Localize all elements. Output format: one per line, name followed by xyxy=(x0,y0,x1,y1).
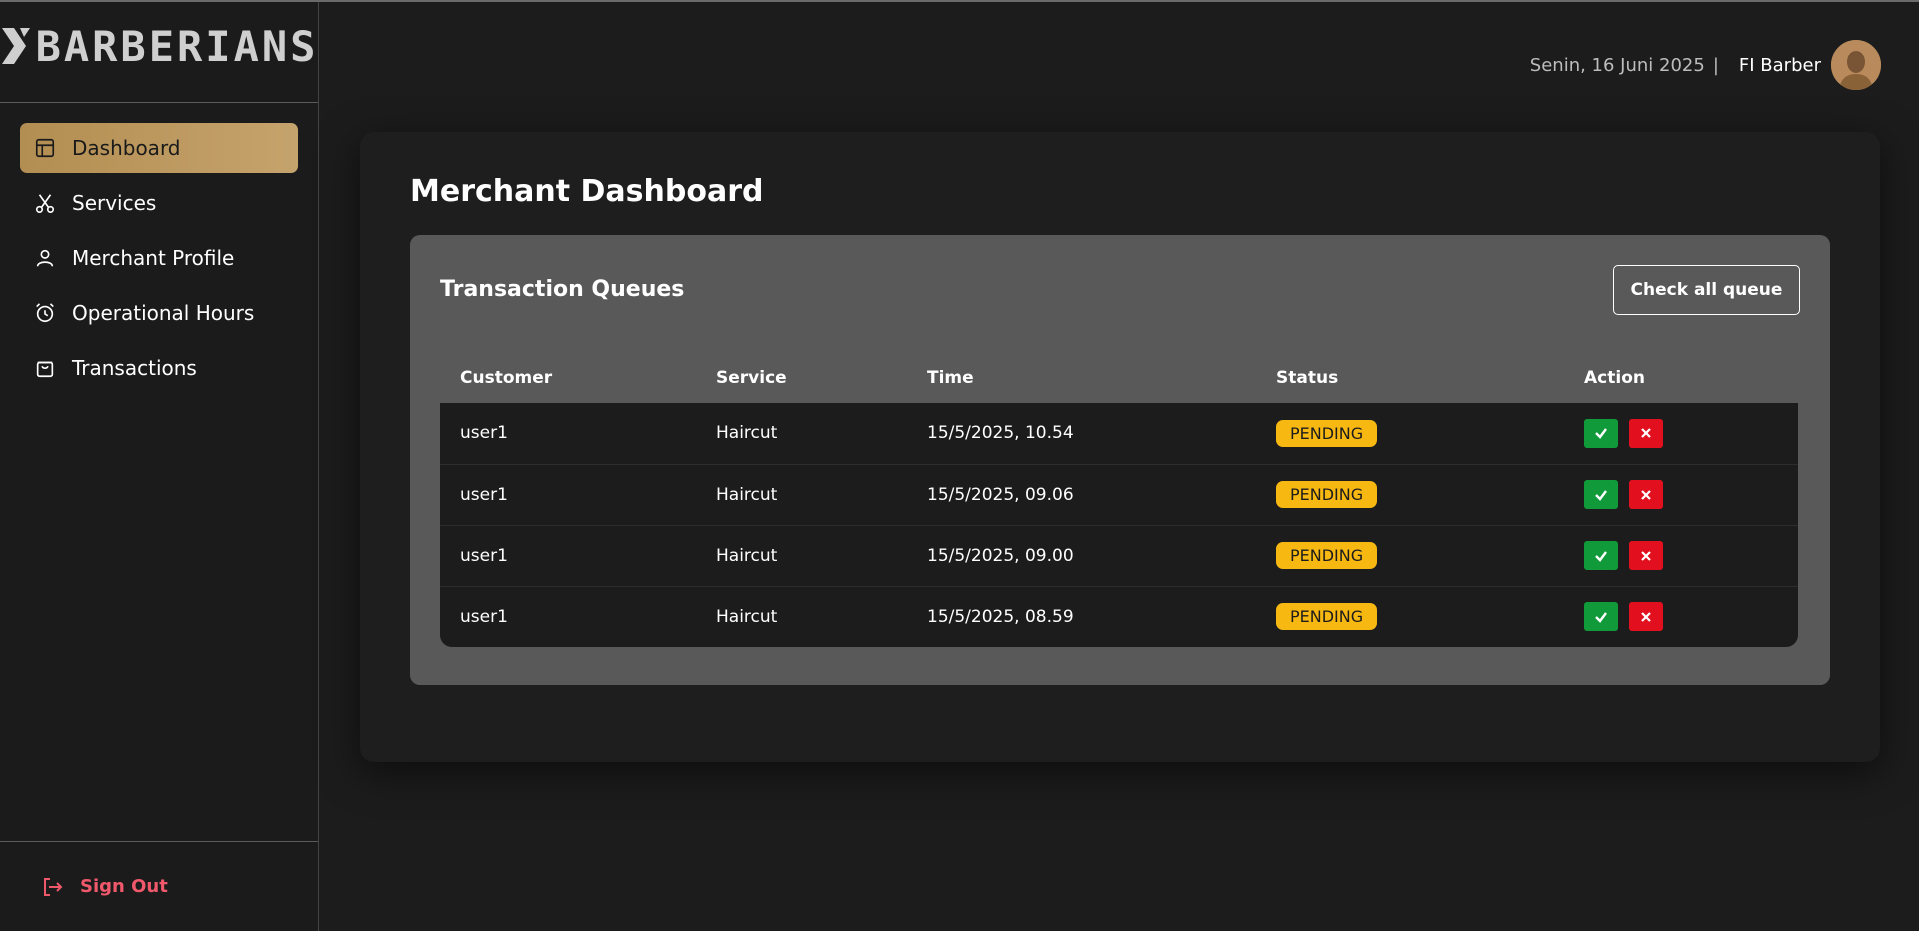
transaction-queue-panel: Transaction Queues Check all queue Custo… xyxy=(410,235,1830,685)
cell-action xyxy=(1564,463,1798,525)
reject-button[interactable] xyxy=(1629,418,1663,448)
sidebar-item-services[interactable]: Services xyxy=(20,178,298,228)
logo-area: BARBERIANS xyxy=(0,2,318,103)
cell-time: 15/5/2025, 10.54 xyxy=(927,423,1074,444)
sidebar-item-label: Services xyxy=(72,191,157,215)
sign-out-button[interactable]: Sign Out xyxy=(40,875,168,899)
layout-icon xyxy=(34,137,56,159)
sidebar-item-label: Merchant Profile xyxy=(72,246,235,270)
sidebar-item-transactions[interactable]: Transactions xyxy=(20,343,298,393)
brand-name: BARBERIANS xyxy=(35,21,319,71)
column-header-time: Time xyxy=(927,368,974,388)
table-row: user1 Haircut 15/5/2025, 09.06 PENDING xyxy=(440,463,1798,525)
cell-service: Haircut xyxy=(696,585,907,647)
cell-action xyxy=(1564,524,1798,586)
top-header: Senin, 16 Juni 2025 | FI Barber xyxy=(1530,40,1881,90)
brand-logo[interactable]: BARBERIANS xyxy=(0,22,318,71)
status-badge: PENDING xyxy=(1276,419,1378,447)
sidebar-item-label: Transactions xyxy=(72,356,197,380)
user-icon xyxy=(34,247,56,269)
cell-service: Haircut xyxy=(716,423,778,444)
scissors-icon xyxy=(34,192,56,214)
alarm-clock-icon xyxy=(34,302,56,324)
cell-customer: user1 xyxy=(460,423,508,444)
status-badge: PENDING xyxy=(1276,603,1378,631)
accept-button[interactable] xyxy=(1584,418,1618,448)
cell-time: 15/5/2025, 09.00 xyxy=(907,524,1256,586)
check-icon xyxy=(1595,428,1607,440)
table-header: Customer Service Time Status Action xyxy=(440,353,1798,403)
sidebar-item-operational-hours[interactable]: Operational Hours xyxy=(20,288,298,338)
sidebar-nav: Dashboard Services Merchant Profile Oper… xyxy=(0,103,318,393)
cell-service: Haircut xyxy=(696,463,907,525)
check-icon xyxy=(1595,489,1607,501)
close-icon xyxy=(1641,489,1651,500)
column-header-customer: Customer xyxy=(460,368,553,388)
current-date: Senin, 16 Juni 2025 xyxy=(1529,54,1705,76)
column-header-action: Action xyxy=(1584,368,1645,388)
cell-status: PENDING xyxy=(1256,403,1564,464)
table-row: user1 Haircut 15/5/2025, 10.54 PENDING xyxy=(440,403,1798,464)
queue-table: Customer Service Time Status Action user… xyxy=(440,353,1798,647)
column-header-service: Service xyxy=(716,368,787,388)
accept-button[interactable] xyxy=(1584,480,1618,509)
sidebar: BARBERIANS Dashboard Services Merchant P… xyxy=(0,2,319,931)
sidebar-item-label: Dashboard xyxy=(72,136,181,160)
reject-button[interactable] xyxy=(1629,602,1663,632)
check-icon xyxy=(1595,550,1607,562)
cell-status: PENDING xyxy=(1256,524,1564,586)
cell-time: 15/5/2025, 08.59 xyxy=(907,585,1256,647)
sign-out-icon xyxy=(40,875,64,899)
status-badge: PENDING xyxy=(1276,481,1378,508)
close-icon xyxy=(1641,611,1651,622)
close-icon xyxy=(1641,550,1651,561)
cell-customer: user1 xyxy=(440,524,696,586)
table-row: user1 Haircut 15/5/2025, 08.59 PENDING xyxy=(440,585,1798,647)
header-separator: | xyxy=(1712,54,1719,76)
column-header-status: Status xyxy=(1276,368,1339,388)
cell-status: PENDING xyxy=(1256,463,1564,525)
page-title: Merchant Dashboard xyxy=(410,174,764,209)
close-icon xyxy=(1641,428,1651,439)
merchant-name[interactable]: FI Barber xyxy=(1739,55,1821,76)
sign-out-label: Sign Out xyxy=(80,876,168,897)
avatar[interactable] xyxy=(1831,40,1881,90)
table-row: user1 Haircut 15/5/2025, 09.00 PENDING xyxy=(440,524,1798,586)
avatar-portrait-icon xyxy=(1831,40,1881,90)
status-badge: PENDING xyxy=(1276,542,1378,569)
queue-table-wrapper: Customer Service Time Status Action user… xyxy=(440,353,1798,647)
cell-time: 15/5/2025, 09.06 xyxy=(907,463,1256,525)
accept-button[interactable] xyxy=(1584,602,1618,632)
cell-status: PENDING xyxy=(1256,585,1564,647)
cell-service: Haircut xyxy=(696,524,907,586)
cell-customer: user1 xyxy=(440,463,696,525)
check-icon xyxy=(1595,612,1607,623)
cell-customer: user1 xyxy=(440,585,696,647)
cell-action xyxy=(1564,403,1798,464)
cell-action xyxy=(1564,585,1798,647)
shopping-bag-icon xyxy=(34,357,56,379)
reject-button[interactable] xyxy=(1629,480,1663,509)
sidebar-item-label: Operational Hours xyxy=(72,301,255,325)
reject-button[interactable] xyxy=(1629,541,1663,570)
panel-title: Transaction Queues xyxy=(440,277,685,302)
accept-button[interactable] xyxy=(1584,541,1618,570)
logo-mark-icon xyxy=(1,28,30,64)
sidebar-item-merchant-profile[interactable]: Merchant Profile xyxy=(20,233,298,283)
sidebar-footer: Sign Out xyxy=(0,841,318,931)
check-all-queue-button[interactable]: Check all queue xyxy=(1613,265,1800,315)
sidebar-item-dashboard[interactable]: Dashboard xyxy=(20,123,298,173)
